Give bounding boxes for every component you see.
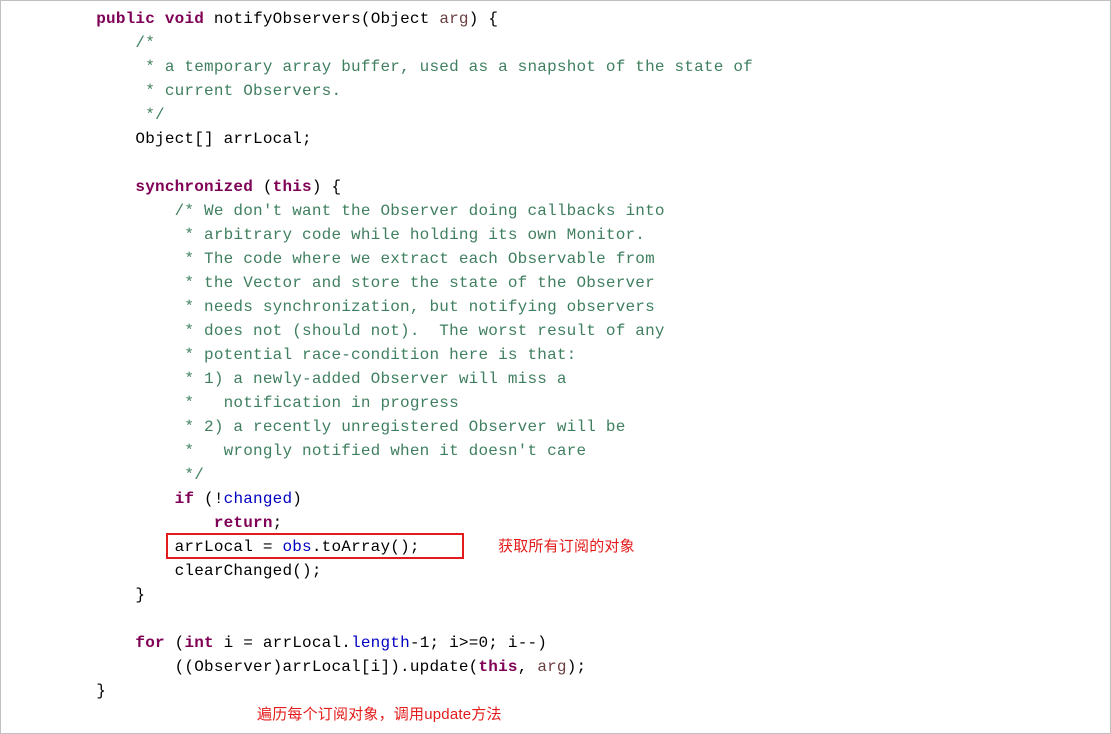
keyword-return: return bbox=[214, 514, 273, 532]
code-line-comment: /* We don't want the Observer doing call… bbox=[57, 199, 1110, 223]
code-line-sync: synchronized (this) { bbox=[57, 175, 1110, 199]
code-line-comment: * a temporary array buffer, used as a sn… bbox=[57, 55, 1110, 79]
param-arg: arg bbox=[537, 658, 566, 676]
code-line-comment: * 1) a newly-added Observer will miss a bbox=[57, 367, 1110, 391]
annotation-get-subscribers: 获取所有订阅的对象 bbox=[498, 535, 635, 559]
keyword-this: this bbox=[273, 178, 312, 196]
keyword-synchronized: synchronized bbox=[135, 178, 253, 196]
code-line-for: for (int i = arrLocal.length-1; i>=0; i-… bbox=[57, 631, 1110, 655]
code-line-comment: */ bbox=[57, 463, 1110, 487]
code-line-comment: * notification in progress bbox=[57, 391, 1110, 415]
code-line-comment: * current Observers. bbox=[57, 79, 1110, 103]
code-line-comment: * the Vector and store the state of the … bbox=[57, 271, 1110, 295]
field-obs: obs bbox=[282, 538, 311, 556]
code-line-clearchanged: clearChanged(); bbox=[57, 559, 1110, 583]
keyword-public: public bbox=[96, 10, 155, 28]
annotation-iterate-update: 遍历每个订阅对象，调用update方法 bbox=[257, 703, 502, 727]
keyword-if: if bbox=[175, 490, 195, 508]
keyword-for: for bbox=[135, 634, 164, 652]
param-arg: arg bbox=[439, 10, 468, 28]
code-line-comment: * does not (should not). The worst resul… bbox=[57, 319, 1110, 343]
field-length: length bbox=[351, 634, 410, 652]
code-line-signature: public void notifyObservers(Object arg) … bbox=[57, 7, 1110, 31]
code-line-comment: * 2) a recently unregistered Observer wi… bbox=[57, 415, 1110, 439]
code-line-return: return; bbox=[57, 511, 1110, 535]
field-changed: changed bbox=[224, 490, 293, 508]
code-line-comment: * arbitrary code while holding its own M… bbox=[57, 223, 1110, 247]
code-line-comment: */ bbox=[57, 103, 1110, 127]
keyword-this: this bbox=[478, 658, 517, 676]
code-line-comment: * needs synchronization, but notifying o… bbox=[57, 295, 1110, 319]
code-line-if: if (!changed) bbox=[57, 487, 1110, 511]
code-line-comment: /* bbox=[57, 31, 1110, 55]
code-line-blank bbox=[57, 151, 1110, 175]
code-line-close-outer: } bbox=[57, 679, 1110, 703]
code-line-decl: Object[] arrLocal; bbox=[57, 127, 1110, 151]
code-line-comment: * The code where we extract each Observa… bbox=[57, 247, 1110, 271]
code-line-comment: * potential race-condition here is that: bbox=[57, 343, 1110, 367]
code-line-blank bbox=[57, 607, 1110, 631]
code-line-update: ((Observer)arrLocal[i]).update(this, arg… bbox=[57, 655, 1110, 679]
keyword-void: void bbox=[165, 10, 204, 28]
code-line-comment: * wrongly notified when it doesn't care bbox=[57, 439, 1110, 463]
code-line-close-inner: } bbox=[57, 583, 1110, 607]
keyword-int: int bbox=[184, 634, 213, 652]
